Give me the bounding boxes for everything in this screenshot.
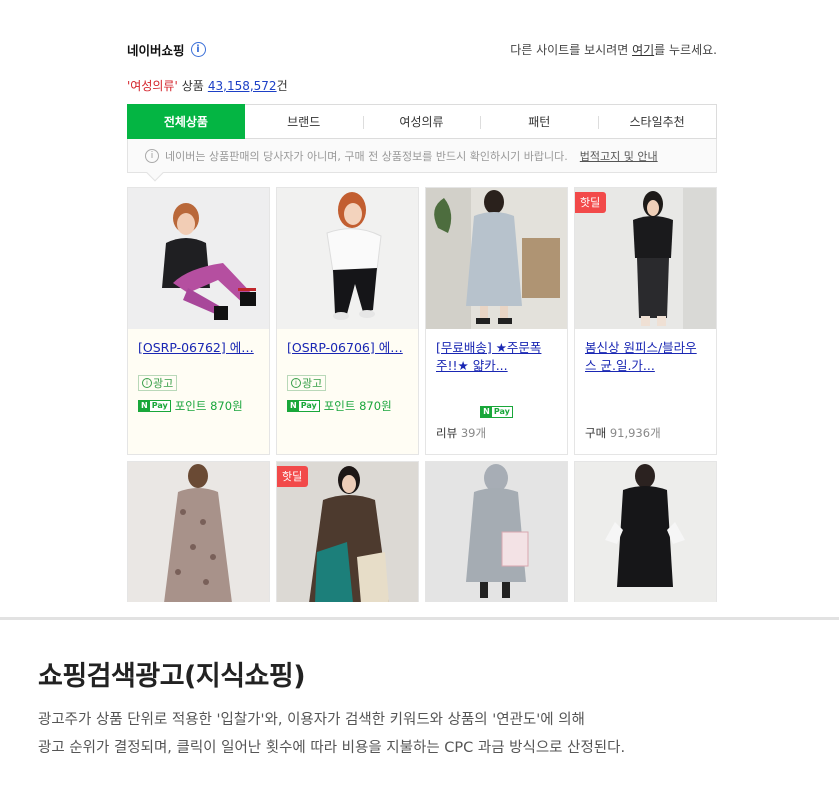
- ad-info-icon: i: [291, 378, 301, 388]
- npay-badge: N Pay: [426, 406, 567, 418]
- other-site-suffix: 를 누르세요.: [654, 42, 717, 57]
- product-image[interactable]: [128, 462, 269, 603]
- count-label: 상품: [181, 78, 204, 93]
- product-card[interactable]: [무료배송] ★주문폭주!!★ 얇카... N Pay 리뷰 39개: [425, 187, 568, 455]
- other-site-link[interactable]: 여기: [632, 43, 654, 57]
- tab-brand[interactable]: 브랜드: [245, 105, 363, 138]
- info-icon[interactable]: i: [190, 41, 206, 57]
- product-image[interactable]: [128, 188, 269, 329]
- product-image[interactable]: [426, 188, 567, 329]
- point-label: 포인트 870원: [323, 399, 392, 413]
- tab-all-products[interactable]: 전체상품: [127, 104, 245, 139]
- npay-icon: N Pay: [138, 400, 171, 412]
- category-tabs: 전체상품 브랜드 여성의류 패턴 스타일추천: [127, 104, 717, 139]
- ad-label: 광고: [153, 377, 174, 390]
- ad-info-icon: i: [142, 378, 152, 388]
- hot-deal-badge: 핫딜: [575, 192, 607, 213]
- npay-icon: N Pay: [287, 400, 320, 412]
- count-unit: 건: [276, 78, 288, 93]
- query-category: '여성의류': [127, 78, 178, 93]
- section-divider: [0, 617, 839, 620]
- notice-info-icon: i: [145, 148, 159, 163]
- description-line-1: 광고주가 상품 단위로 적용한 '입찰가'와, 이용자가 검색한 키워드와 상품…: [38, 712, 585, 728]
- product-image[interactable]: 핫딜: [575, 188, 716, 329]
- legal-notice-link[interactable]: 법적고지 및 안내: [580, 148, 658, 164]
- tab-womens-clothing[interactable]: 여성의류: [362, 105, 481, 138]
- description-line-2: 광고 순위가 결정되며, 클릭이 일어난 횟수에 따라 비용을 지불하는 CPC…: [38, 740, 626, 756]
- other-site-prefix: 다른 사이트를 보시려면: [510, 42, 633, 57]
- other-site-notice: 다른 사이트를 보시려면 여기를 누르세요.: [510, 41, 717, 58]
- result-count: '여성의류' 상품 43,158,572건: [127, 76, 717, 94]
- product-title[interactable]: [OSRP-06762] 에…: [138, 339, 259, 357]
- notice-pointer: [146, 164, 164, 182]
- legal-notice: i 네이버는 상품판매의 당사자가 아니며, 구매 전 상품정보를 반드시 확인…: [127, 139, 717, 182]
- tab-style-recommend[interactable]: 스타일추천: [598, 105, 716, 138]
- hot-deal-badge: 핫딜: [277, 466, 309, 487]
- product-card[interactable]: [OSRP-06762] 에… i 광고 N Pay 포인트 870원: [127, 187, 270, 455]
- npay-point: N Pay 포인트 870원: [287, 398, 408, 414]
- purchase-count: 구매 91,936개: [585, 426, 661, 440]
- product-title[interactable]: [무료배송] ★주문폭주!!★ 얇카...: [436, 339, 557, 375]
- review-count: 리뷰 39개: [436, 426, 487, 440]
- npay-icon: N Pay: [480, 406, 513, 418]
- point-label: 포인트 870원: [174, 399, 243, 413]
- ad-badge[interactable]: i 광고: [138, 375, 178, 391]
- notice-text: 네이버는 상품판매의 당사자가 아니며, 구매 전 상품정보를 반드시 확인하시…: [165, 149, 568, 163]
- product-image[interactable]: [575, 462, 716, 603]
- brand-title: 네이버쇼핑: [127, 42, 185, 58]
- product-image[interactable]: 핫딜: [277, 462, 418, 603]
- product-card[interactable]: 핫딜 봄신상 원피스/블라우스 균.일.가... 구매 91,936개: [574, 187, 717, 455]
- count-value[interactable]: 43,158,572: [208, 79, 277, 93]
- ad-badge[interactable]: i 광고: [287, 375, 327, 391]
- product-title[interactable]: [OSRP-06706] 에…: [287, 339, 408, 357]
- npay-point: N Pay 포인트 870원: [138, 398, 259, 414]
- shopping-header: 네이버쇼핑 i 다른 사이트를 보시려면 여기를 누르세요.: [127, 38, 717, 60]
- section-title: 쇼핑검색광고(지식쇼핑): [38, 661, 306, 692]
- ad-label: 광고: [302, 377, 323, 390]
- shopping-brand: 네이버쇼핑 i: [127, 40, 206, 59]
- product-image[interactable]: [277, 188, 418, 329]
- tab-pattern[interactable]: 패턴: [480, 105, 598, 138]
- product-card[interactable]: [OSRP-06706] 에… i 광고 N Pay 포인트 870원: [276, 187, 419, 455]
- product-title[interactable]: 봄신상 원피스/블라우스 균.일.가...: [585, 339, 706, 375]
- product-image[interactable]: [426, 462, 567, 603]
- description-section: 쇼핑검색광고(지식쇼핑) 광고주가 상품 단위로 적용한 '입찰가'와, 이용자…: [0, 602, 839, 800]
